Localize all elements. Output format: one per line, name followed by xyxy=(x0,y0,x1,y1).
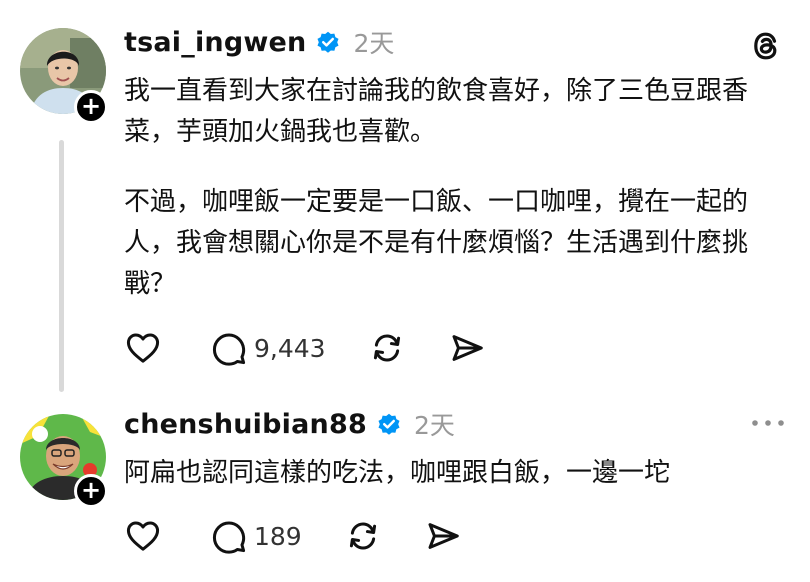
send-icon xyxy=(452,335,483,361)
speech-bubble-icon xyxy=(212,333,246,366)
repost-button[interactable] xyxy=(368,328,406,368)
like-button[interactable] xyxy=(124,328,162,368)
thread-post: + tsai_ingwen 2天 我一直看到大家在討論我的飲食喜好，除了三色豆跟… xyxy=(0,0,810,400)
send-icon xyxy=(428,523,459,549)
reply-button[interactable]: 189 xyxy=(210,516,302,556)
more-dots-icon[interactable] xyxy=(748,416,788,430)
speech-bubble-icon xyxy=(212,521,246,554)
post-actions: 9,443 xyxy=(124,328,486,368)
repost-icon xyxy=(349,522,376,550)
reply-count: 9,443 xyxy=(254,333,326,363)
post-text: 不過，咖哩飯一定要是一口飯、一口咖哩，攪在一起的人，我會想關心你是不是有什麼煩惱… xyxy=(124,187,749,299)
post-text: 阿扁也認同這樣的吃法，咖哩跟白飯，一邊一坨 xyxy=(124,458,671,488)
post-actions: 189 xyxy=(124,516,462,556)
follow-button[interactable]: + xyxy=(74,90,108,124)
share-button[interactable] xyxy=(448,328,486,368)
post-header: chenshuibian88 2天 xyxy=(124,404,455,444)
reply-button[interactable]: 9,443 xyxy=(210,328,326,368)
verified-badge-icon xyxy=(378,413,400,435)
post-timestamp: 2天 xyxy=(413,411,455,440)
post-header: tsai_ingwen 2天 xyxy=(124,22,394,62)
post-text: 我一直看到大家在討論我的飲食喜好，除了三色豆跟香菜，芋頭加火鍋我也喜歡。 xyxy=(124,76,749,147)
like-button[interactable] xyxy=(124,516,162,556)
post-timestamp: 2天 xyxy=(353,29,395,58)
verified-badge-icon xyxy=(317,31,339,53)
heart-icon xyxy=(126,333,160,363)
thread-connector-line xyxy=(59,140,64,392)
follow-button[interactable]: + xyxy=(74,474,108,508)
heart-icon xyxy=(126,521,160,551)
share-button[interactable] xyxy=(424,516,462,556)
repost-icon xyxy=(373,334,400,362)
threads-logo-icon[interactable] xyxy=(748,28,784,64)
reply-count: 189 xyxy=(254,521,302,551)
username[interactable]: chenshuibian88 xyxy=(124,409,367,440)
repost-button[interactable] xyxy=(344,516,382,556)
username[interactable]: tsai_ingwen xyxy=(124,27,306,58)
